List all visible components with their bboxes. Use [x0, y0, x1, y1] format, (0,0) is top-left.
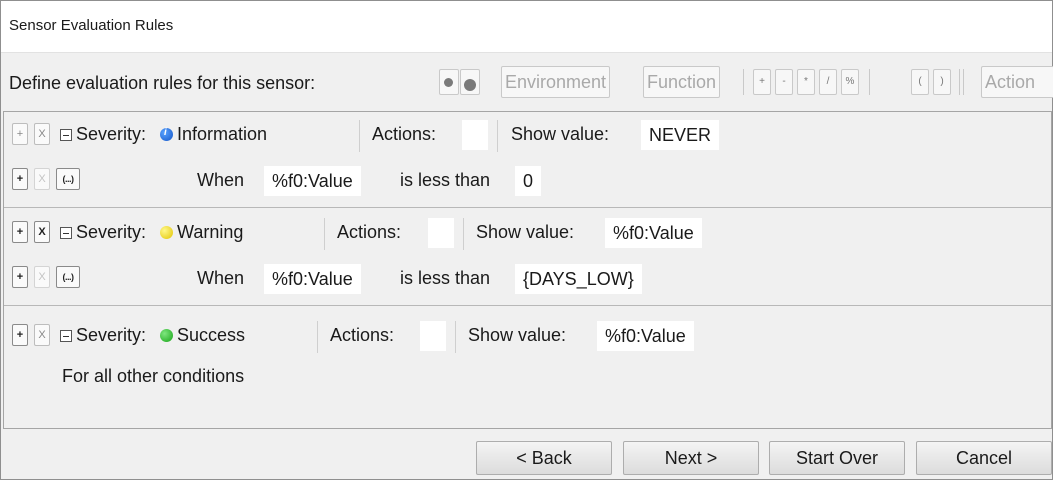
- multiply-operator-button[interactable]: *: [797, 69, 815, 95]
- operator-label[interactable]: is less than: [400, 268, 490, 289]
- add-condition-button[interactable]: +: [12, 266, 28, 288]
- start-over-button[interactable]: Start Over: [769, 441, 905, 475]
- divide-operator-button[interactable]: /: [819, 69, 837, 95]
- add-rule-button[interactable]: +: [12, 324, 28, 346]
- actions-label: Actions:: [372, 124, 437, 144]
- record-dot-button[interactable]: [460, 69, 480, 95]
- info-icon: [160, 127, 173, 141]
- success-icon: [160, 329, 173, 342]
- when-label: When: [197, 170, 245, 190]
- remove-condition-button[interactable]: X: [34, 266, 50, 288]
- open-paren-button[interactable]: (: [911, 69, 929, 95]
- operand-field[interactable]: 0: [515, 166, 542, 196]
- toolbar-separator: [963, 69, 964, 95]
- remove-rule-button[interactable]: X: [34, 324, 50, 346]
- rule-information: + X Severity: Information Actions: Show …: [4, 112, 1051, 208]
- define-rules-row: Define evaluation rules for this sensor:…: [1, 63, 1053, 103]
- otherwise-label: For all other conditions: [62, 366, 245, 386]
- show-value-label: Show value:: [476, 222, 575, 242]
- toolbar-separator: [869, 69, 870, 95]
- severity-label: Severity:: [76, 222, 147, 242]
- remove-rule-button[interactable]: X: [34, 221, 50, 243]
- next-button[interactable]: Next >: [623, 441, 759, 475]
- severity-value[interactable]: Warning: [177, 222, 243, 243]
- severity-value[interactable]: Success: [177, 325, 245, 346]
- field-separator: [317, 321, 318, 353]
- remove-condition-button[interactable]: X: [34, 168, 50, 190]
- sensor-evaluation-rules-window: Sensor Evaluation Rules Define evaluatio…: [0, 0, 1053, 480]
- operator-label[interactable]: is less than: [400, 170, 490, 191]
- define-rules-label: Define evaluation rules for this sensor:: [9, 73, 316, 93]
- add-rule-button[interactable]: +: [12, 221, 28, 243]
- field-separator: [359, 120, 360, 152]
- add-rule-button[interactable]: +: [12, 123, 28, 145]
- function-button[interactable]: Function: [643, 66, 721, 98]
- operand-field[interactable]: {DAYS_LOW}: [515, 264, 642, 294]
- window-title: Sensor Evaluation Rules: [1, 1, 1052, 53]
- rule-success: + X Severity: Success Actions: Show valu…: [4, 306, 1051, 404]
- toolbar-separator: [959, 69, 960, 95]
- close-paren-button[interactable]: ): [933, 69, 951, 95]
- severity-label: Severity:: [76, 124, 147, 144]
- severity-value[interactable]: Information: [177, 124, 267, 145]
- percent-operator-button[interactable]: %: [841, 69, 859, 95]
- record-dot-small-button[interactable]: [439, 69, 459, 95]
- when-value-field[interactable]: %f0:Value: [264, 166, 361, 196]
- show-value-field[interactable]: %f0:Value: [605, 218, 702, 248]
- warning-icon: [160, 226, 173, 239]
- toolbar-separator: [743, 69, 744, 95]
- field-separator: [455, 321, 456, 353]
- actions-label: Actions:: [337, 222, 402, 242]
- remove-rule-button[interactable]: X: [34, 123, 50, 145]
- actions-field[interactable]: [420, 321, 446, 351]
- severity-label: Severity:: [76, 325, 147, 345]
- group-condition-button[interactable]: (...): [56, 266, 80, 288]
- actions-label: Actions:: [330, 325, 395, 345]
- field-separator: [324, 218, 325, 250]
- back-button[interactable]: < Back: [476, 441, 612, 475]
- actions-field[interactable]: [462, 120, 488, 150]
- show-value-field[interactable]: %f0:Value: [597, 321, 694, 351]
- show-value-label: Show value:: [511, 124, 610, 144]
- field-separator: [497, 120, 498, 152]
- rule-warning: + X Severity: Warning Actions: Show valu…: [4, 208, 1051, 306]
- add-condition-button[interactable]: +: [12, 168, 28, 190]
- group-condition-button[interactable]: (...): [56, 168, 80, 190]
- minus-operator-button[interactable]: -: [775, 69, 793, 95]
- when-value-field[interactable]: %f0:Value: [264, 264, 361, 294]
- show-value-field[interactable]: NEVER: [641, 120, 720, 150]
- plus-operator-button[interactable]: +: [753, 69, 771, 95]
- rules-list: + X Severity: Information Actions: Show …: [3, 111, 1052, 429]
- field-separator: [463, 218, 464, 250]
- collapse-toggle-icon[interactable]: [60, 129, 72, 141]
- collapse-toggle-icon[interactable]: [60, 227, 72, 239]
- show-value-label: Show value:: [468, 325, 567, 345]
- collapse-toggle-icon[interactable]: [60, 330, 72, 342]
- actions-field[interactable]: [428, 218, 454, 248]
- environment-button[interactable]: Environment: [501, 66, 611, 98]
- action-button[interactable]: Action: [981, 66, 1053, 98]
- when-label: When: [197, 268, 245, 288]
- cancel-button[interactable]: Cancel: [916, 441, 1052, 475]
